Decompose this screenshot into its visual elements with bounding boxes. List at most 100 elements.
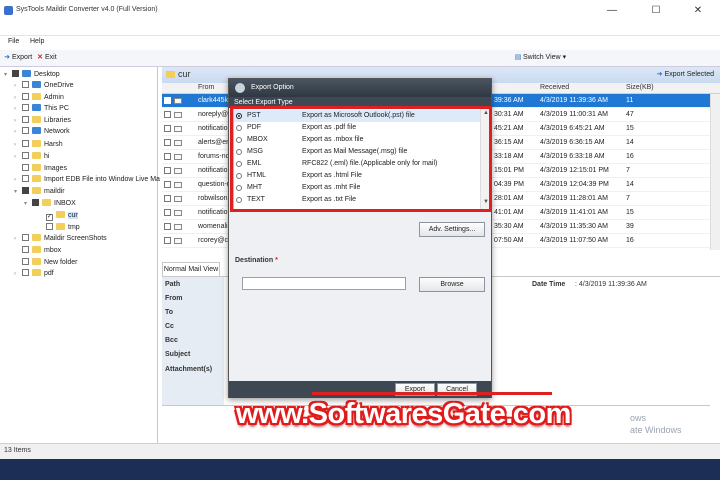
- minimize-button[interactable]: —: [590, 2, 634, 20]
- maximize-button[interactable]: ☐: [634, 2, 678, 20]
- column-from[interactable]: From: [198, 84, 214, 91]
- mail-checkbox[interactable]: [164, 97, 171, 104]
- switch-view-button[interactable]: ▤ Switch View ▾: [514, 53, 566, 61]
- expand-arrow[interactable]: ›: [14, 175, 22, 186]
- tree-item-mbox[interactable]: mbox: [14, 245, 61, 256]
- radio-button[interactable]: [236, 113, 242, 119]
- tree-item-network[interactable]: › Network: [14, 126, 70, 137]
- export-type-list[interactable]: PST Export as Microsoft Outlook(.pst) fil…: [233, 108, 491, 210]
- tree-checkbox[interactable]: [22, 175, 29, 182]
- radio-button[interactable]: [236, 161, 242, 167]
- expand-arrow[interactable]: ▾: [4, 70, 12, 81]
- export-list-scrollbar[interactable]: ▲ ▼: [480, 109, 490, 209]
- tree-item-harsh[interactable]: › Harsh: [14, 139, 63, 150]
- collapse-arrow[interactable]: ▾: [14, 187, 22, 198]
- menu-file[interactable]: File: [8, 38, 19, 45]
- mail-checkbox[interactable]: [164, 195, 171, 202]
- tree-item-desktop[interactable]: ▾ Desktop: [4, 69, 60, 80]
- browse-button[interactable]: Browse: [419, 277, 485, 292]
- tree-item-images[interactable]: Images: [14, 163, 67, 174]
- tab-normal-mail-view[interactable]: Normal Mail View: [162, 262, 220, 276]
- tree-checkbox[interactable]: [22, 104, 29, 111]
- export-option-mht[interactable]: MHT Export as .mht File: [234, 182, 480, 194]
- mail-checkbox[interactable]: [164, 125, 171, 132]
- tree-item-new-folder[interactable]: New folder: [14, 257, 77, 268]
- close-button[interactable]: ✕: [676, 2, 720, 20]
- expand-arrow[interactable]: ›: [14, 140, 22, 151]
- expand-arrow[interactable]: ›: [14, 234, 22, 245]
- radio-button[interactable]: [236, 137, 242, 143]
- export-selected-button[interactable]: ➜ Export Selected: [656, 70, 714, 78]
- envelope-icon: [174, 238, 182, 244]
- tree-checkbox[interactable]: [22, 234, 29, 241]
- adv-settings-button[interactable]: Adv. Settings...: [419, 222, 485, 237]
- tree-checkbox[interactable]: [22, 81, 29, 88]
- mail-checkbox[interactable]: [164, 111, 171, 118]
- tree-item-cur[interactable]: ✓ cur: [38, 210, 78, 221]
- radio-button[interactable]: [236, 173, 242, 179]
- mail-checkbox[interactable]: [164, 167, 171, 174]
- export-option-msg[interactable]: MSG Export as Mail Message(.msg) file: [234, 146, 480, 158]
- folder-tree[interactable]: ▾ Desktop › OneDrive › Admin › This PC › Libr…: [2, 67, 160, 447]
- export-option-eml[interactable]: EML RFC822 (.eml) file.(Applicable only f…: [234, 158, 480, 170]
- mail-checkbox[interactable]: [164, 153, 171, 160]
- tree-checkbox[interactable]: ✓: [46, 214, 53, 221]
- expand-arrow[interactable]: ›: [14, 104, 22, 115]
- expand-arrow[interactable]: ›: [14, 269, 22, 280]
- mail-checkbox[interactable]: [164, 223, 171, 230]
- tree-checkbox[interactable]: [22, 187, 29, 194]
- export-option-mbox[interactable]: MBOX Export as .mbox file: [234, 134, 480, 146]
- expand-arrow[interactable]: ›: [14, 81, 22, 92]
- export-option-text[interactable]: TEXT Export as .txt File: [234, 194, 480, 206]
- tree-item-tmp[interactable]: tmp: [38, 222, 80, 233]
- tree-item-pdf[interactable]: › pdf: [14, 268, 54, 279]
- title-bar: SysTools Maildir Converter v4.0 (Full Ve…: [0, 0, 720, 36]
- tree-checkbox[interactable]: [22, 258, 29, 265]
- tree-item-libraries[interactable]: › Libraries: [14, 115, 71, 126]
- tree-item-import-edb[interactable]: › Import EDB File into Window Live Ma: [14, 174, 160, 185]
- tree-checkbox[interactable]: [22, 246, 29, 253]
- tree-checkbox[interactable]: [22, 140, 29, 147]
- tree-checkbox[interactable]: [46, 223, 53, 230]
- mail-list-scrollbar[interactable]: [710, 94, 720, 250]
- exit-toolbar-button[interactable]: ✕ Exit: [36, 53, 57, 61]
- export-toolbar-button[interactable]: ➜ Export: [3, 53, 32, 61]
- dialog-title: Export Option: [229, 79, 491, 97]
- tree-checkbox[interactable]: [12, 70, 19, 77]
- radio-button[interactable]: [236, 125, 242, 131]
- tree-item-maildir-screenshots[interactable]: › Maildir ScreenShots: [14, 233, 107, 244]
- radio-button[interactable]: [236, 149, 242, 155]
- tree-checkbox[interactable]: [22, 93, 29, 100]
- mail-checkbox[interactable]: [164, 209, 171, 216]
- tree-item-hi[interactable]: › hi: [14, 151, 49, 162]
- tree-checkbox[interactable]: [22, 152, 29, 159]
- expand-arrow[interactable]: ›: [14, 152, 22, 163]
- column-size[interactable]: Size(KB): [626, 84, 654, 91]
- envelope-icon: [174, 126, 182, 132]
- export-option-pst[interactable]: PST Export as Microsoft Outlook(.pst) fil…: [234, 110, 480, 122]
- tree-checkbox[interactable]: [32, 199, 39, 206]
- tree-item-onedrive[interactable]: › OneDrive: [14, 80, 74, 91]
- mail-checkbox[interactable]: [164, 181, 171, 188]
- export-option-html[interactable]: HTML Export as .html File: [234, 170, 480, 182]
- destination-input[interactable]: [242, 277, 406, 290]
- collapse-arrow[interactable]: ▾: [24, 199, 32, 210]
- tree-checkbox[interactable]: [22, 127, 29, 134]
- tree-item-admin[interactable]: › Admin: [14, 92, 64, 103]
- scroll-down-icon[interactable]: ▼: [481, 199, 490, 205]
- radio-button[interactable]: [236, 185, 242, 191]
- tree-item-this-pc[interactable]: › This PC: [14, 103, 69, 114]
- tree-item-inbox[interactable]: ▾ INBOX: [24, 198, 76, 209]
- menu-help[interactable]: Help: [30, 38, 44, 45]
- tree-item-maildir[interactable]: ▾ maildir: [14, 186, 65, 197]
- tree-checkbox[interactable]: [22, 116, 29, 123]
- mail-checkbox[interactable]: [164, 237, 171, 244]
- scroll-up-icon[interactable]: ▲: [481, 110, 490, 116]
- mail-checkbox[interactable]: [164, 139, 171, 146]
- tree-checkbox[interactable]: [22, 269, 29, 276]
- export-option-pdf[interactable]: PDF Export as .pdf file: [234, 122, 480, 134]
- radio-button[interactable]: [236, 197, 242, 203]
- expand-arrow[interactable]: ›: [14, 127, 22, 138]
- tree-checkbox[interactable]: [22, 164, 29, 171]
- column-received[interactable]: Received: [540, 84, 569, 91]
